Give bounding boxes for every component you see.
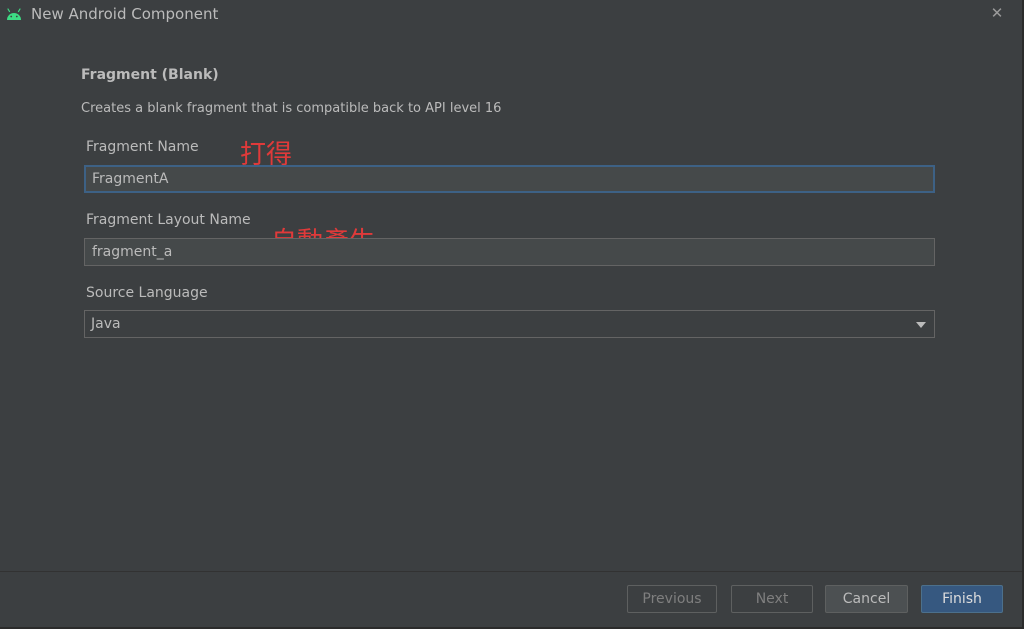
footer-divider bbox=[0, 571, 1022, 572]
window-title: New Android Component bbox=[31, 5, 219, 23]
next-button[interactable]: Next bbox=[731, 585, 813, 613]
layout-name-label: Fragment Layout Name bbox=[86, 212, 251, 228]
cancel-button[interactable]: Cancel bbox=[825, 585, 908, 613]
dialog-window: New Android Component ✕ Fragment (Blank)… bbox=[0, 0, 1024, 629]
chevron-down-icon bbox=[916, 322, 926, 328]
fragment-name-input[interactable] bbox=[84, 165, 935, 193]
page-description: Creates a blank fragment that is compati… bbox=[81, 101, 502, 116]
title-bar[interactable]: New Android Component ✕ bbox=[0, 0, 1022, 30]
previous-button[interactable]: Previous bbox=[627, 585, 717, 613]
android-icon bbox=[7, 8, 21, 20]
source-language-label: Source Language bbox=[86, 285, 208, 301]
source-language-value: Java bbox=[91, 316, 121, 332]
finish-button[interactable]: Finish bbox=[921, 585, 1003, 613]
page-title: Fragment (Blank) bbox=[81, 67, 219, 83]
layout-name-input[interactable] bbox=[84, 238, 935, 266]
source-language-select[interactable]: Java bbox=[84, 310, 935, 338]
fragment-name-label: Fragment Name bbox=[86, 139, 199, 155]
close-icon[interactable]: ✕ bbox=[986, 2, 1008, 24]
